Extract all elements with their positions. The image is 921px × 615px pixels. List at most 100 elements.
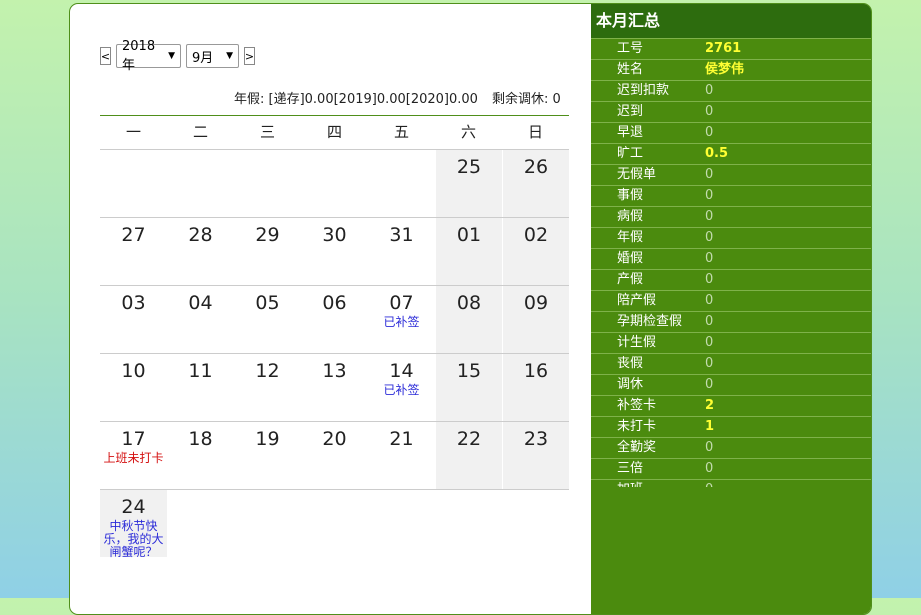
summary-label: 工号: [617, 41, 644, 56]
summary-label: 事假: [617, 188, 644, 203]
summary-value: 0: [705, 209, 714, 224]
weekday-label: 一: [125, 123, 141, 141]
summary-label: 产假: [617, 272, 644, 287]
summary-row: 早退 0: [591, 123, 871, 144]
calendar-day: [301, 150, 368, 217]
calendar-day[interactable]: 08: [435, 286, 502, 353]
calendar-day[interactable]: 10: [100, 354, 167, 421]
calendar-day[interactable]: 31: [368, 218, 435, 285]
calendar-day[interactable]: 02: [502, 218, 569, 285]
calendar-day[interactable]: 14 已补签: [368, 354, 435, 421]
calendar-day[interactable]: 23: [502, 422, 569, 489]
day-number: 22: [456, 428, 482, 450]
calendar-day[interactable]: 30: [301, 218, 368, 285]
day-number: 02: [523, 224, 549, 246]
summary-label: 三倍: [617, 461, 644, 476]
summary-value: 侯梦伟: [705, 62, 745, 77]
day-number: 16: [523, 360, 549, 382]
calendar-day[interactable]: 20: [301, 422, 368, 489]
summary-value: 0: [705, 293, 714, 308]
calendar-day[interactable]: 13: [301, 354, 368, 421]
summary-row: 产假 0: [591, 270, 871, 291]
calendar-day[interactable]: 26: [502, 150, 569, 217]
summary-label: 旷工: [617, 146, 644, 161]
chevron-down-icon: ▼: [226, 51, 233, 61]
calendar-day[interactable]: 17 上班未打卡: [100, 422, 167, 489]
day-number: 27: [121, 224, 146, 246]
calendar-day: [167, 150, 234, 217]
attendance-panel: < 2018年 ▼ 9月 ▼ > 年假: [递存]0.00[2019]0.00[…: [69, 3, 872, 615]
calendar-day[interactable]: 27: [100, 218, 167, 285]
calendar-week: 27 28 29 30 31 01 02: [100, 218, 569, 286]
summary-value: 0: [705, 251, 714, 266]
calendar-day[interactable]: 15: [435, 354, 502, 421]
calendar-day[interactable]: 28: [167, 218, 234, 285]
summary-value: 0: [705, 272, 714, 287]
calendar-day[interactable]: 01: [435, 218, 502, 285]
calendar-week: 10 11 12 13 14 已补签 15 16: [100, 354, 569, 422]
calendar-week: 17 上班未打卡 18 19 20 21 22 23: [100, 422, 569, 490]
calendar-day[interactable]: 09: [502, 286, 569, 353]
summary-row: 丧假 0: [591, 354, 871, 375]
summary-label: 婚假: [617, 251, 644, 266]
summary-label: 年假: [617, 230, 644, 245]
day-number: 05: [255, 292, 280, 314]
calendar-day: [234, 150, 301, 217]
calendar-day[interactable]: 22: [435, 422, 502, 489]
summary-label: 计生假: [617, 335, 657, 350]
summary-label: 丧假: [617, 356, 644, 371]
calendar-day[interactable]: 07 已补签: [368, 286, 435, 353]
summary-row: 计生假 0: [591, 333, 871, 354]
day-number: 18: [188, 428, 213, 450]
day-note: 已补签: [383, 315, 420, 329]
day-number: 01: [456, 224, 482, 246]
calendar-day[interactable]: 16: [502, 354, 569, 421]
summary-label: 迟到: [617, 104, 644, 119]
day-number: 29: [255, 224, 280, 246]
summary-value: 0: [705, 104, 714, 119]
summary-row: 补签卡 2: [591, 396, 871, 417]
month-nav: < 2018年 ▼ 9月 ▼ >: [100, 39, 255, 73]
summary-label: 全勤奖: [617, 440, 657, 455]
day-number: 12: [255, 360, 280, 382]
summary-label: 调休: [617, 377, 644, 392]
calendar-day[interactable]: 05: [234, 286, 301, 353]
summary-value: 0: [705, 83, 714, 98]
chevron-down-icon: ▼: [168, 51, 175, 61]
day-note: 中秋节快乐，我的大闸蟹呢？: [103, 519, 164, 559]
year-select[interactable]: 2018年 ▼: [116, 39, 181, 73]
calendar-day[interactable]: 12: [234, 354, 301, 421]
day-number: 10: [121, 360, 146, 382]
calendar-day[interactable]: 25: [435, 150, 502, 217]
summary-value: 0: [705, 125, 714, 140]
summary-value: 0: [705, 356, 714, 371]
day-number: 31: [389, 224, 414, 246]
weekday-label: 二: [192, 123, 208, 141]
summary-label: 姓名: [617, 62, 644, 77]
calendar-area: < 2018年 ▼ 9月 ▼ > 年假: [递存]0.00[2019]0.00[…: [70, 4, 591, 614]
next-month-button[interactable]: >: [244, 47, 255, 65]
summary-list[interactable]: 工号 2761 姓名 侯梦伟 迟到扣款 0 迟到 0 早退 0 旷工 0.5 无假单 0 事假 0 病假 0 年假 0…: [591, 39, 871, 487]
calendar-day[interactable]: 06: [301, 286, 368, 353]
summary-label: 补签卡: [617, 398, 657, 413]
calendar-day[interactable]: 21: [368, 422, 435, 489]
calendar-day[interactable]: 18: [167, 422, 234, 489]
day-number: 23: [523, 428, 549, 450]
day-number: 24: [121, 496, 146, 518]
calendar-day[interactable]: 11: [167, 354, 234, 421]
summary-label: 陪产假: [617, 293, 657, 308]
summary-value: 1: [705, 419, 715, 434]
day-number: 09: [523, 292, 549, 314]
day-number: 28: [188, 224, 213, 246]
month-select[interactable]: 9月 ▼: [186, 44, 239, 68]
summary-value: 0: [705, 480, 713, 487]
prev-month-button[interactable]: <: [100, 47, 111, 65]
summary-label: 孕期检查假: [617, 314, 683, 329]
calendar-day[interactable]: 19: [234, 422, 301, 489]
calendar-day[interactable]: 03: [100, 286, 167, 353]
calendar-day[interactable]: 29: [234, 218, 301, 285]
summary-label: 早退: [617, 125, 644, 140]
day-number: 19: [255, 428, 280, 450]
calendar-day[interactable]: 04: [167, 286, 234, 353]
calendar-day[interactable]: 24 中秋节快乐，我的大闸蟹呢？: [100, 490, 167, 559]
